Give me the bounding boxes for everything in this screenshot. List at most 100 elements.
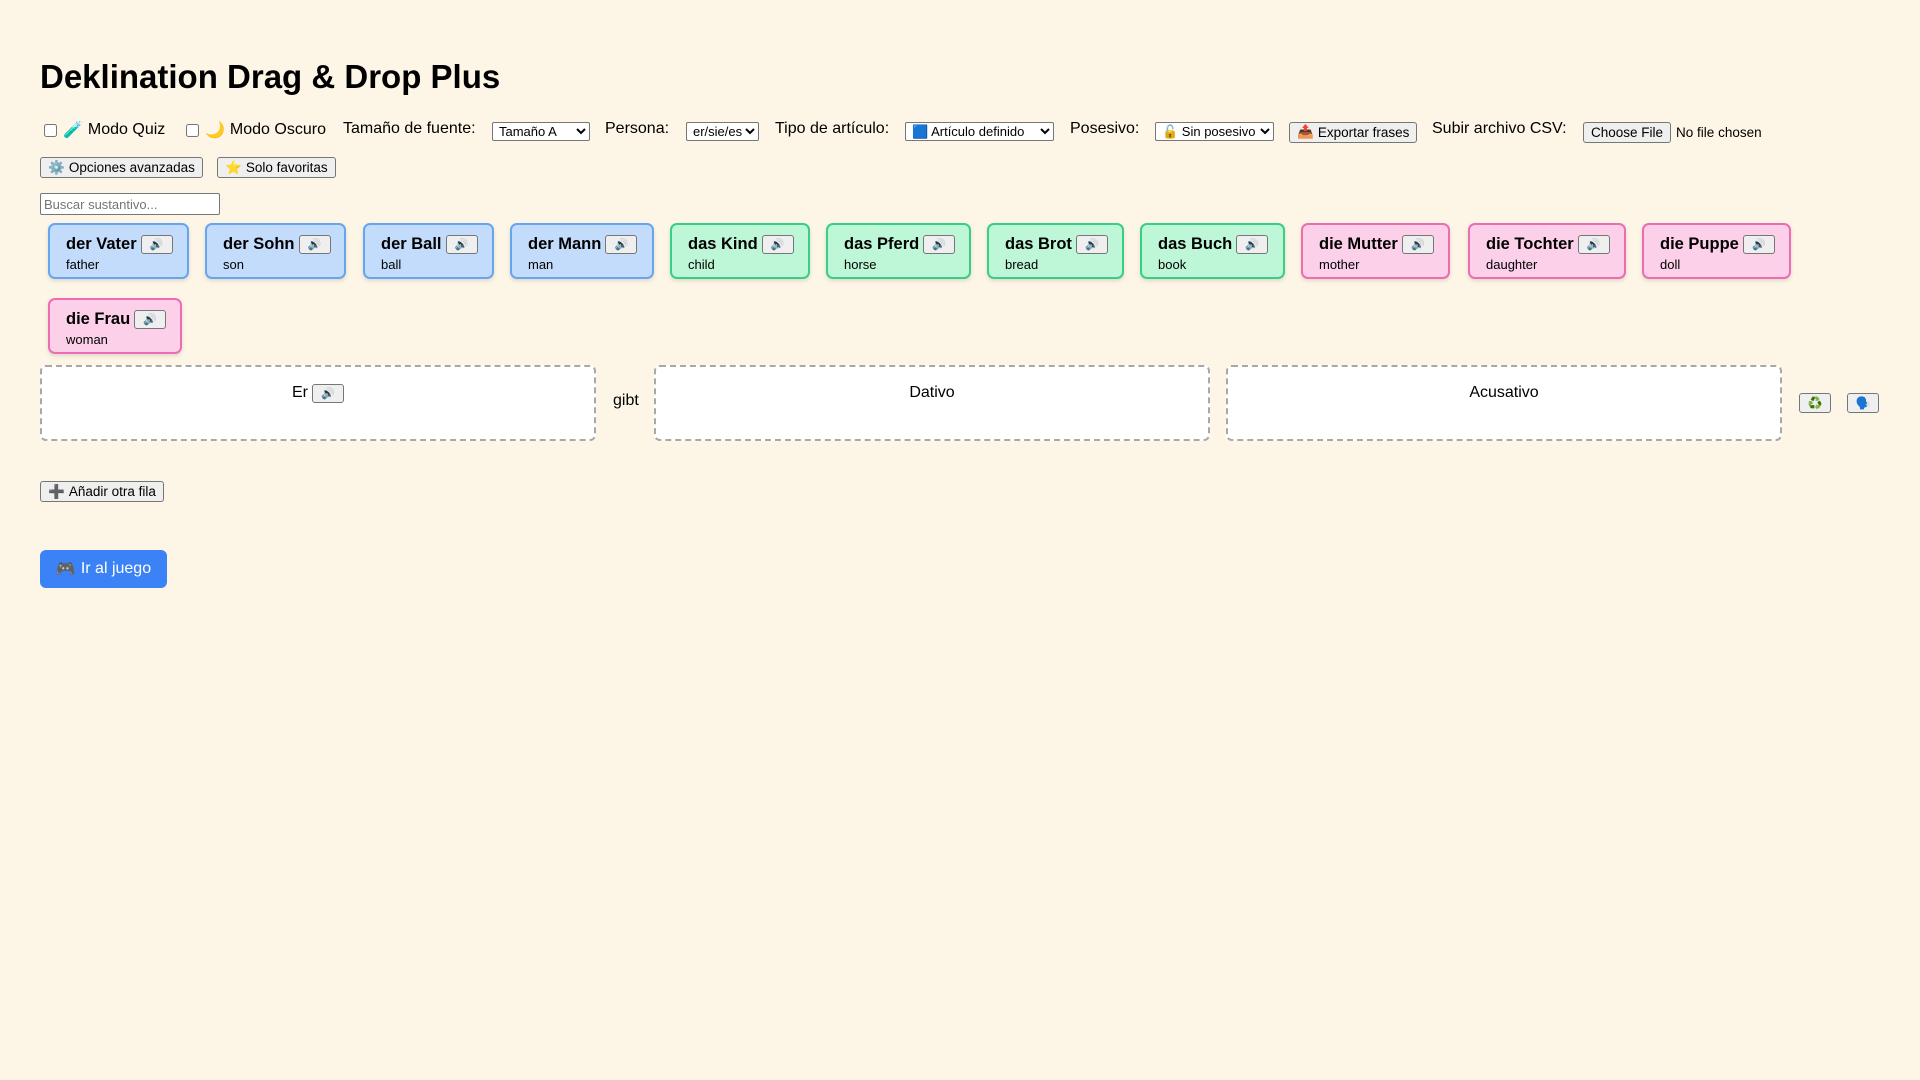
noun-translation: mother xyxy=(1319,257,1360,272)
outbox-icon: 📤 xyxy=(1297,124,1314,139)
dark-mode-checkbox[interactable] xyxy=(186,123,199,137)
subject-drop-zone[interactable]: Er 🔊 xyxy=(40,365,596,441)
speaker-icon: 🔊 xyxy=(149,238,164,251)
speaker-icon: 🔊 xyxy=(932,238,947,251)
noun-card-header: das Buch 🔊 xyxy=(1158,233,1283,255)
quiz-mode-checkbox[interactable] xyxy=(44,123,57,137)
noun-card-header: die Mutter 🔊 xyxy=(1319,233,1448,255)
speaker-icon: 🔊 xyxy=(321,388,335,400)
recycle-icon: ♻️ xyxy=(1807,396,1823,410)
noun-card[interactable]: die Frau 🔊 woman xyxy=(48,298,182,354)
noun-word: die Frau xyxy=(66,309,131,328)
dative-drop-zone[interactable]: Dativo xyxy=(654,365,1210,441)
noun-speaker-button[interactable]: 🔊 xyxy=(445,234,478,254)
noun-speaker-button[interactable]: 🔊 xyxy=(761,234,794,254)
noun-word: das Brot xyxy=(1005,234,1072,253)
noun-card-header: das Brot 🔊 xyxy=(1005,233,1122,255)
star-icon: ⭐ xyxy=(225,159,242,175)
noun-search-input[interactable] xyxy=(40,193,220,215)
noun-card[interactable]: das Kind 🔊 child xyxy=(670,223,810,279)
game-controller-icon: 🎮 xyxy=(55,561,76,578)
noun-card[interactable]: das Pferd 🔊 horse xyxy=(826,223,971,279)
persona-select[interactable]: er/sie/es xyxy=(686,121,759,141)
speak-sentence-button[interactable]: 🗣️ xyxy=(1847,393,1879,413)
go-to-game-button[interactable]: 🎮 Ir al juego xyxy=(40,550,167,588)
dark-mode-toggle[interactable]: 🌙 Modo Oscuro xyxy=(182,118,326,142)
noun-speaker-button[interactable]: 🔊 xyxy=(1075,234,1108,254)
noun-word: das Kind xyxy=(688,234,758,253)
noun-card[interactable]: die Tochter 🔊 daughter xyxy=(1468,223,1626,279)
subject-speaker-button[interactable]: 🔊 xyxy=(312,384,344,403)
noun-word: das Buch xyxy=(1158,234,1233,253)
speaking-head-icon: 🗣️ xyxy=(1855,396,1871,410)
noun-translation: book xyxy=(1158,257,1187,272)
speaker-icon: 🔊 xyxy=(1751,238,1766,251)
noun-word: der Mann xyxy=(528,234,602,253)
noun-word: die Mutter xyxy=(1319,234,1398,253)
speaker-icon: 🔊 xyxy=(1245,238,1260,251)
noun-word: der Vater xyxy=(66,234,137,253)
noun-speaker-button[interactable]: 🔊 xyxy=(1401,234,1434,254)
noun-speaker-button[interactable]: 🔊 xyxy=(134,309,167,329)
toolbar: 🧪 Modo Quiz 🌙 Modo Oscuro Tamaño de fuen… xyxy=(40,118,1900,148)
add-row-button[interactable]: ➕ Añadir otra fila xyxy=(40,481,164,502)
page-title: Deklination Drag & Drop Plus xyxy=(40,58,501,95)
speaker-icon: 🔊 xyxy=(770,238,785,251)
reset-row-button[interactable]: ♻️ xyxy=(1799,393,1831,413)
noun-speaker-button[interactable]: 🔊 xyxy=(298,234,331,254)
accusative-drop-zone[interactable]: Acusativo xyxy=(1226,365,1782,441)
persona-label: Persona: xyxy=(605,120,670,137)
possessive-label: Posesivo: xyxy=(1070,120,1140,137)
noun-card[interactable]: die Puppe 🔊 doll xyxy=(1642,223,1791,279)
quiz-mode-label: Modo Quiz xyxy=(87,121,166,138)
csv-upload-label: Subir archivo CSV: xyxy=(1432,120,1567,137)
noun-card-header: der Mann 🔊 xyxy=(528,233,652,255)
noun-speaker-button[interactable]: 🔊 xyxy=(140,234,173,254)
noun-speaker-button[interactable]: 🔊 xyxy=(1577,234,1610,254)
csv-file-input[interactable]: Choose File No file chosen xyxy=(1583,120,1762,144)
noun-card-header: der Vater 🔊 xyxy=(66,233,187,255)
moon-icon: 🌙 xyxy=(205,122,225,139)
noun-card-header: die Frau 🔊 xyxy=(66,308,180,330)
speaker-icon: 🔊 xyxy=(454,238,469,251)
speaker-icon: 🔊 xyxy=(614,238,629,251)
noun-card[interactable]: der Sohn 🔊 son xyxy=(205,223,346,279)
speaker-icon: 🔊 xyxy=(1586,238,1601,251)
noun-translation: woman xyxy=(66,332,108,347)
noun-speaker-button[interactable]: 🔊 xyxy=(1742,234,1775,254)
noun-speaker-button[interactable]: 🔊 xyxy=(923,234,956,254)
noun-translation: ball xyxy=(381,257,402,272)
speaker-icon: 🔊 xyxy=(307,238,322,251)
favorites-only-button[interactable]: ⭐ Solo favoritas xyxy=(217,157,336,178)
noun-speaker-button[interactable]: 🔊 xyxy=(605,234,638,254)
noun-translation: bread xyxy=(1005,257,1039,272)
speaker-icon: 🔊 xyxy=(1085,238,1099,251)
speaker-icon: 🔊 xyxy=(143,313,158,326)
noun-word: die Puppe xyxy=(1660,234,1739,253)
possessive-select[interactable]: 🔓 Sin posesivo xyxy=(1155,121,1274,141)
choose-file-button[interactable]: Choose File xyxy=(1583,121,1672,143)
export-button[interactable]: 📤 Exportar frases xyxy=(1289,121,1418,143)
gear-icon: ⚙️ xyxy=(48,159,65,175)
noun-card[interactable]: das Brot 🔊 bread xyxy=(987,223,1124,279)
font-size-select[interactable]: Tamaño A xyxy=(492,121,590,141)
advanced-options-button[interactable]: ⚙️ Opciones avanzadas xyxy=(40,157,203,178)
article-type-select[interactable]: 🟦 Artículo definido xyxy=(905,121,1054,141)
csv-file-status: No file chosen xyxy=(1676,124,1762,140)
plus-icon: ➕ xyxy=(48,483,65,499)
noun-word: das Pferd xyxy=(844,234,920,253)
noun-card[interactable]: die Mutter 🔊 mother xyxy=(1301,223,1450,279)
noun-speaker-button[interactable]: 🔊 xyxy=(1236,234,1269,254)
noun-card[interactable]: der Mann 🔊 man xyxy=(510,223,654,279)
noun-translation: man xyxy=(528,257,554,272)
noun-card[interactable]: der Vater 🔊 father xyxy=(48,223,189,279)
noun-card[interactable]: das Buch 🔊 book xyxy=(1140,223,1285,279)
speaker-icon: 🔊 xyxy=(1410,238,1425,251)
noun-card-header: die Puppe 🔊 xyxy=(1660,233,1789,255)
noun-translation: son xyxy=(223,257,244,272)
noun-card-header: die Tochter 🔊 xyxy=(1486,233,1624,255)
noun-card[interactable]: der Ball 🔊 ball xyxy=(363,223,494,279)
quiz-mode-toggle[interactable]: 🧪 Modo Quiz xyxy=(40,118,165,142)
noun-translation: doll xyxy=(1660,257,1681,272)
accusative-label: Acusativo xyxy=(1469,384,1539,401)
